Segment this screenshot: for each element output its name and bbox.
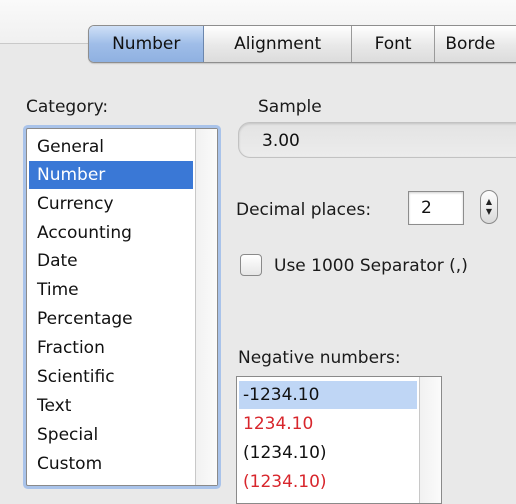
category-item-percentage[interactable]: Percentage xyxy=(29,305,193,333)
category-item-currency[interactable]: Currency xyxy=(29,190,193,218)
tab-border[interactable]: Borde xyxy=(435,26,516,62)
use-1000-separator-label: Use 1000 Separator (,) xyxy=(274,256,468,276)
category-item-special[interactable]: Special xyxy=(29,421,193,449)
tab-number[interactable]: Number xyxy=(89,26,205,62)
category-scrollbar[interactable] xyxy=(195,129,217,485)
category-item-fraction[interactable]: Fraction xyxy=(29,334,193,362)
negative-format-minus[interactable]: -1234.10 xyxy=(239,381,417,409)
stepper-down-icon[interactable]: ▼ xyxy=(486,207,492,217)
negative-numbers-label: Negative numbers: xyxy=(238,348,401,368)
negative-numbers-list[interactable]: -1234.10 1234.10 (1234.10) (1234.10) xyxy=(236,376,442,504)
decimal-places-label: Decimal places: xyxy=(236,200,372,220)
use-1000-separator-checkbox[interactable] xyxy=(240,254,262,276)
sample-label: Sample xyxy=(258,97,322,117)
category-list[interactable]: General Number Currency Accounting Date … xyxy=(26,128,218,486)
sample-value: 3.00 xyxy=(262,131,300,151)
decimal-places-stepper[interactable]: ▲ ▼ xyxy=(480,190,498,224)
negative-numbers-scrollbar[interactable] xyxy=(419,377,441,503)
category-item-accounting[interactable]: Accounting xyxy=(29,219,193,247)
negative-format-red[interactable]: 1234.10 xyxy=(239,410,417,438)
decimal-places-field[interactable]: 2 xyxy=(408,191,464,225)
negative-format-red-parentheses[interactable]: (1234.10) xyxy=(239,468,417,496)
tab-bar: Number Alignment Font Borde xyxy=(88,25,516,63)
category-item-time[interactable]: Time xyxy=(29,276,193,304)
category-item-scientific[interactable]: Scientific xyxy=(29,363,193,391)
category-item-text[interactable]: Text xyxy=(29,392,193,420)
category-item-date[interactable]: Date xyxy=(29,247,193,275)
category-item-number[interactable]: Number xyxy=(29,161,193,189)
category-label: Category: xyxy=(26,97,109,117)
category-item-custom[interactable]: Custom xyxy=(29,450,193,478)
category-item-general[interactable]: General xyxy=(29,133,193,161)
tab-font[interactable]: Font xyxy=(352,26,436,62)
stepper-up-icon[interactable]: ▲ xyxy=(486,197,492,207)
negative-format-parentheses[interactable]: (1234.10) xyxy=(239,439,417,467)
tab-alignment[interactable]: Alignment xyxy=(204,26,352,62)
